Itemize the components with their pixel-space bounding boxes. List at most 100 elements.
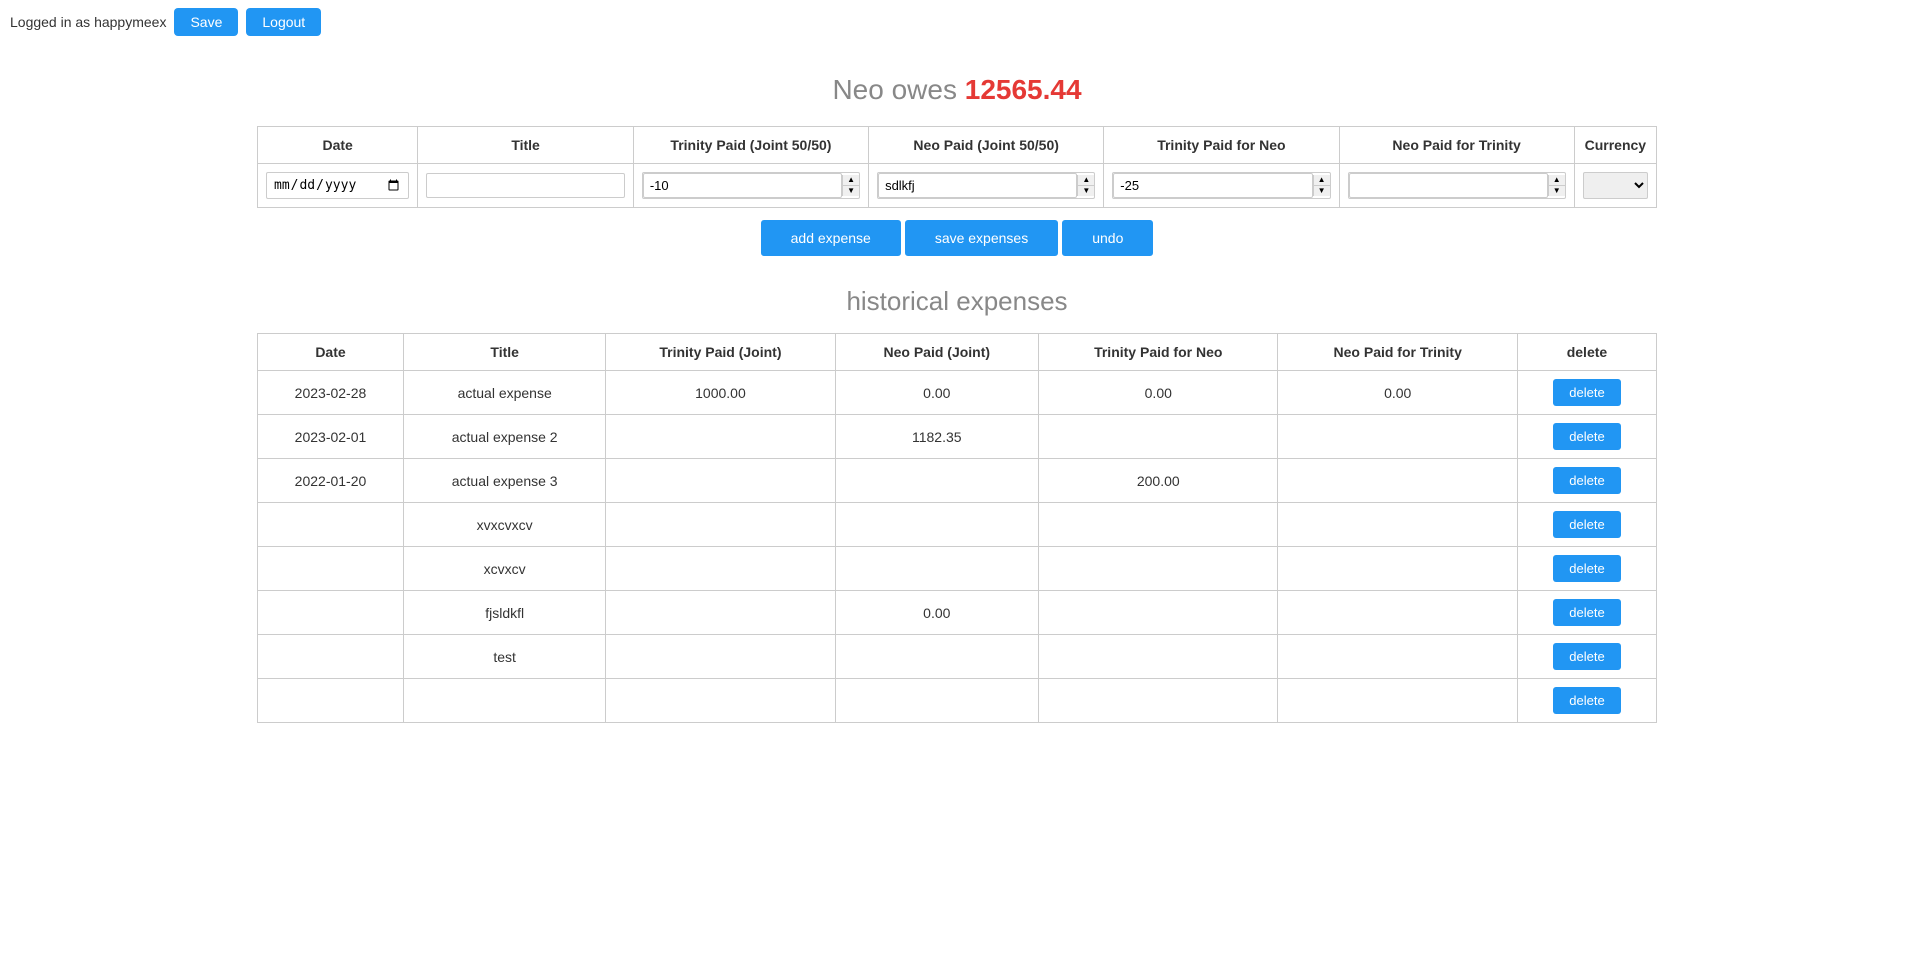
hist-trinity-joint-cell: [606, 415, 835, 459]
delete-cell: delete: [1517, 503, 1656, 547]
hist-trinity-for-neo-cell: [1039, 635, 1278, 679]
delete-button[interactable]: delete: [1553, 467, 1620, 494]
table-row: xvxcvxcvdelete: [258, 503, 1657, 547]
delete-cell: delete: [1517, 591, 1656, 635]
date-input[interactable]: [266, 172, 409, 199]
hist-date-cell: [258, 679, 404, 723]
trinity-for-neo-down[interactable]: ▼: [1314, 186, 1330, 196]
col-header-neo-for-trinity: Neo Paid for Trinity: [1339, 127, 1574, 164]
delete-button[interactable]: delete: [1553, 511, 1620, 538]
trinity-for-neo-up[interactable]: ▲: [1314, 175, 1330, 186]
delete-button[interactable]: delete: [1553, 687, 1620, 714]
date-cell: [258, 164, 418, 208]
currency-select[interactable]: USD EUR GBP: [1583, 172, 1648, 199]
hist-trinity-joint-cell: [606, 459, 835, 503]
trinity-joint-up[interactable]: ▲: [843, 175, 859, 186]
hist-trinity-joint-cell: [606, 591, 835, 635]
save-expenses-button[interactable]: save expenses: [905, 220, 1058, 256]
delete-button[interactable]: delete: [1553, 555, 1620, 582]
neo-for-trinity-up[interactable]: ▲: [1549, 175, 1565, 186]
col-header-currency: Currency: [1574, 127, 1656, 164]
neo-joint-down[interactable]: ▼: [1078, 186, 1094, 196]
delete-cell: delete: [1517, 415, 1656, 459]
trinity-joint-cell: ▲ ▼: [633, 164, 868, 208]
col-header-title: Title: [418, 127, 634, 164]
hist-neo-for-trinity-cell: [1278, 679, 1517, 723]
hist-title-cell: fjsldkfl: [403, 591, 605, 635]
logged-in-text: Logged in as happymeex: [10, 14, 166, 30]
hist-title-cell: test: [403, 635, 605, 679]
hist-trinity-joint-cell: [606, 547, 835, 591]
trinity-joint-down[interactable]: ▼: [843, 186, 859, 196]
history-table: Date Title Trinity Paid (Joint) Neo Paid…: [257, 333, 1657, 723]
hist-neo-joint-cell: [835, 547, 1039, 591]
hist-title-cell: [403, 679, 605, 723]
main-heading: Neo owes 12565.44: [0, 74, 1914, 106]
table-row: 2023-02-28actual expense1000.000.000.000…: [258, 371, 1657, 415]
neo-for-trinity-input[interactable]: [1349, 173, 1548, 198]
hist-date-cell: [258, 547, 404, 591]
hist-trinity-for-neo-cell: 0.00: [1039, 371, 1278, 415]
hist-neo-for-trinity-cell: [1278, 503, 1517, 547]
owed-amount: 12565.44: [965, 74, 1082, 105]
history-table-wrapper: Date Title Trinity Paid (Joint) Neo Paid…: [257, 333, 1657, 723]
add-expense-button[interactable]: add expense: [761, 220, 901, 256]
table-row: delete: [258, 679, 1657, 723]
col-header-date: Date: [258, 127, 418, 164]
hist-trinity-for-neo-cell: [1039, 547, 1278, 591]
table-row: xcvxcv delete: [258, 547, 1657, 591]
hist-trinity-for-neo-cell: [1039, 503, 1278, 547]
hist-trinity-joint-cell: 1000.00: [606, 371, 835, 415]
hist-date-cell: 2023-02-28: [258, 371, 404, 415]
action-buttons: add expense save expenses undo: [0, 220, 1914, 256]
input-form-wrapper: Date Title Trinity Paid (Joint 50/50) Ne…: [257, 126, 1657, 208]
hist-neo-for-trinity-cell: [1278, 591, 1517, 635]
hist-col-date: Date: [258, 334, 404, 371]
save-button[interactable]: Save: [174, 8, 238, 36]
hist-trinity-for-neo-cell: 200.00: [1039, 459, 1278, 503]
hist-date-cell: [258, 503, 404, 547]
hist-neo-for-trinity-cell: [1278, 459, 1517, 503]
hist-col-title: Title: [403, 334, 605, 371]
input-row: ▲ ▼ ▲ ▼: [258, 164, 1657, 208]
trinity-for-neo-arrows: ▲ ▼: [1313, 175, 1330, 196]
hist-col-delete: delete: [1517, 334, 1656, 371]
trinity-for-neo-input[interactable]: [1113, 173, 1312, 198]
neo-joint-cell: ▲ ▼: [869, 164, 1104, 208]
trinity-joint-input[interactable]: [643, 173, 842, 198]
hist-date-cell: 2023-02-01: [258, 415, 404, 459]
hist-neo-joint-cell: [835, 635, 1039, 679]
hist-neo-joint-cell: [835, 679, 1039, 723]
delete-cell: delete: [1517, 459, 1656, 503]
input-table: Date Title Trinity Paid (Joint 50/50) Ne…: [257, 126, 1657, 208]
hist-title-cell: xcvxcv: [403, 547, 605, 591]
col-header-trinity-joint: Trinity Paid (Joint 50/50): [633, 127, 868, 164]
hist-title-cell: actual expense 3: [403, 459, 605, 503]
hist-trinity-joint-cell: [606, 503, 835, 547]
delete-button[interactable]: delete: [1553, 423, 1620, 450]
neo-joint-input[interactable]: [878, 173, 1077, 198]
delete-button[interactable]: delete: [1553, 643, 1620, 670]
col-header-trinity-for-neo: Trinity Paid for Neo: [1104, 127, 1339, 164]
neo-for-trinity-down[interactable]: ▼: [1549, 186, 1565, 196]
neo-for-trinity-cell: ▲ ▼: [1339, 164, 1574, 208]
neo-joint-spinner: ▲ ▼: [877, 172, 1095, 199]
neo-for-trinity-arrows: ▲ ▼: [1548, 175, 1565, 196]
delete-cell: delete: [1517, 679, 1656, 723]
hist-neo-joint-cell: 0.00: [835, 371, 1039, 415]
topbar: Logged in as happymeex Save Logout: [0, 0, 1914, 44]
hist-neo-joint-cell: 0.00: [835, 591, 1039, 635]
undo-button[interactable]: undo: [1062, 220, 1153, 256]
delete-cell: delete: [1517, 635, 1656, 679]
trinity-for-neo-spinner: ▲ ▼: [1112, 172, 1330, 199]
logout-button[interactable]: Logout: [246, 8, 321, 36]
title-input[interactable]: [426, 173, 625, 198]
delete-button[interactable]: delete: [1553, 599, 1620, 626]
hist-date-cell: 2022-01-20: [258, 459, 404, 503]
hist-trinity-for-neo-cell: [1039, 679, 1278, 723]
neo-joint-up[interactable]: ▲: [1078, 175, 1094, 186]
hist-neo-for-trinity-cell: 0.00: [1278, 371, 1517, 415]
delete-button[interactable]: delete: [1553, 379, 1620, 406]
historical-heading: historical expenses: [0, 286, 1914, 317]
hist-date-cell: [258, 591, 404, 635]
